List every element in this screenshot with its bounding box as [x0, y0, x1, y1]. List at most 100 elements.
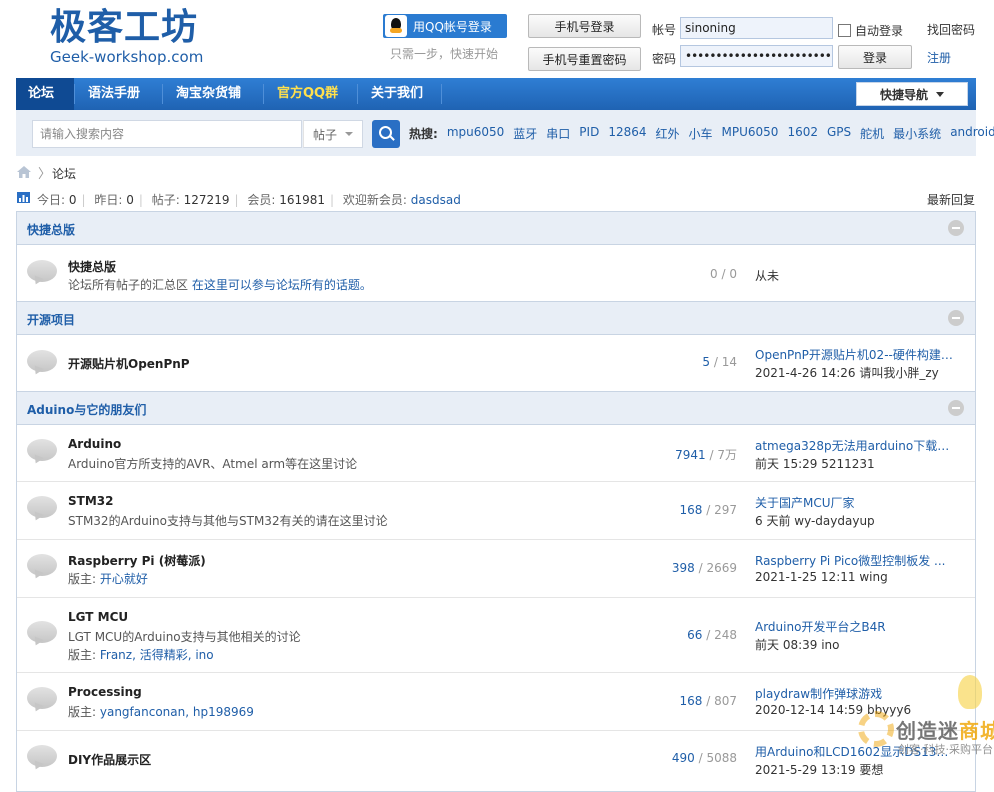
watermark-text1: 创造迷	[896, 719, 959, 743]
search-button[interactable]	[372, 120, 400, 148]
qq-login-button[interactable]: 用QQ帐号登录	[383, 14, 507, 38]
forum-counts: 168 / 807	[679, 694, 737, 708]
hot-search-term[interactable]: 12864	[608, 125, 646, 142]
stat-posts-label: 帖子:	[151, 193, 180, 207]
moderator-link[interactable]: Franz, 活得精彩, ino	[100, 648, 214, 662]
forum-counts: 7941 / 7万	[675, 448, 737, 462]
moderator-link[interactable]: 开心就好	[100, 572, 148, 586]
last-post-never: 从未	[755, 269, 780, 283]
logo-en: Geek-workshop.com	[50, 48, 204, 66]
forum-bubble-icon	[27, 745, 59, 771]
post-count: 7万	[717, 448, 737, 462]
watermark-text2: 商城	[959, 719, 994, 743]
forum-bubble-icon	[27, 687, 59, 713]
forum-desc: LGT MCU的Arduino支持与其他相关的讨论	[68, 630, 301, 644]
post-count: 807	[714, 694, 737, 708]
search-type-select[interactable]: 帖子	[303, 120, 363, 148]
collapse-icon[interactable]	[948, 220, 964, 236]
moderator-link[interactable]: yangfanconan, hp198969	[100, 705, 254, 719]
forum-desc: 论坛所有帖子的汇总区 在这里可以参与论坛所有的话题。	[68, 276, 372, 293]
chevron-down-icon	[345, 132, 353, 136]
hot-search-term[interactable]: 1602	[787, 125, 818, 142]
forum-row: STM32 STM32的Arduino支持与其他与STM32有关的请在这里讨论 …	[17, 482, 975, 540]
new-member-link[interactable]: dasdsad	[411, 193, 461, 207]
nav-item-official-qq-group[interactable]: 官方QQ群	[265, 78, 350, 110]
forum-row: Arduino Arduino官方所支持的AVR、Atmel arm等在这里讨论…	[17, 425, 975, 482]
forum-bubble-icon	[27, 350, 59, 376]
category-header: Aduino与它的朋友们	[17, 392, 975, 425]
forum-desc-link[interactable]: 在这里可以参与论坛所有的话题。	[192, 278, 372, 292]
forum-counts: 490 / 5088	[671, 751, 737, 765]
username-input[interactable]: sinoning	[680, 17, 833, 39]
nav-divider	[263, 84, 264, 104]
latest-reply-link[interactable]: 最新回复	[927, 191, 975, 208]
auto-login-checkbox[interactable]: 自动登录	[838, 22, 903, 39]
hot-search-term[interactable]: 最小系统	[893, 125, 941, 142]
collapse-icon[interactable]	[948, 310, 964, 326]
hot-search-term[interactable]: GPS	[827, 125, 851, 142]
hot-search-list: 热搜: mpu6050 蓝牙 串口 PID 12864 红外 小车 MPU605…	[409, 125, 994, 142]
forum-name[interactable]: STM32	[68, 494, 113, 508]
last-post-title[interactable]: atmega328p无法用arduino下载程 ...	[755, 437, 955, 454]
forum-name[interactable]: DIY作品展示区	[68, 751, 151, 768]
stat-welcome-label: 欢迎新会员:	[342, 193, 407, 207]
search-bar: 请输入搜索内容 帖子 热搜: mpu6050 蓝牙 串口 PID 12864 红…	[16, 110, 994, 156]
last-post-title[interactable]: 关于国产MCU厂家	[755, 494, 955, 511]
last-post-title[interactable]: Arduino开发平台之B4R	[755, 618, 955, 635]
forum-name[interactable]: 快捷总版	[68, 258, 116, 275]
hot-search-term[interactable]: 小车	[689, 125, 713, 142]
search-input[interactable]: 请输入搜索内容	[32, 120, 302, 148]
hot-search-term[interactable]: MPU6050	[722, 125, 779, 142]
hot-search-term[interactable]: 舵机	[860, 125, 884, 142]
nav-item-taobao-shop[interactable]: 淘宝杂货铺	[164, 78, 253, 110]
hot-search-term[interactable]: mpu6050	[447, 125, 504, 142]
collapse-icon[interactable]	[948, 400, 964, 416]
nav-item-about-us[interactable]: 关于我们	[359, 78, 435, 110]
hot-search-term[interactable]: 串口	[546, 125, 570, 142]
forum-counts: 66 / 248	[687, 628, 737, 642]
password-label: 密码	[652, 52, 677, 66]
nav-item-forum[interactable]: 论坛	[16, 78, 74, 110]
forum-name[interactable]: Arduino	[68, 437, 121, 451]
breadcrumb-forum[interactable]: 论坛	[52, 165, 76, 182]
forum-bubble-icon	[27, 260, 59, 286]
forum-row: DIY作品展示区 490 / 5088 用Arduino和LCD1602显示DS…	[17, 731, 975, 791]
nav-item-syntax-manual[interactable]: 语法手册	[76, 78, 152, 110]
thread-count: 398	[671, 561, 695, 575]
quick-nav-dropdown[interactable]: 快捷导航	[856, 82, 968, 106]
site-logo[interactable]: 极客工坊 Geek-workshop.com	[50, 8, 210, 67]
forum-desc-text: 论坛所有帖子的汇总区	[68, 278, 192, 292]
phone-reset-password-button[interactable]: 手机号重置密码	[528, 47, 641, 71]
register-link[interactable]: 注册	[927, 49, 951, 66]
stat-members-label: 会员:	[247, 193, 276, 207]
forum-moderators: 版主: Franz, 活得精彩, ino	[68, 646, 214, 663]
hot-search-term[interactable]: 红外	[656, 125, 680, 142]
forum-name[interactable]: LGT MCU	[68, 610, 128, 624]
stats-chart-icon	[17, 192, 30, 203]
category-title[interactable]: Aduino与它的朋友们	[27, 401, 146, 418]
forum-name[interactable]: Raspberry Pi (树莓派)	[68, 552, 206, 569]
search-type-label: 帖子	[312, 127, 337, 142]
thread-count: 5	[702, 355, 711, 369]
hot-search-term[interactable]: android	[950, 125, 994, 142]
forum-bubble-icon	[27, 621, 59, 647]
last-post-title[interactable]: Raspberry Pi Pico微型控制板发 ...	[755, 552, 955, 569]
hot-search-term[interactable]: PID	[579, 125, 599, 142]
last-post-title[interactable]: OpenPnP开源贴片机02--硬件构建 ...	[755, 346, 955, 363]
find-password-link[interactable]: 找回密码	[927, 21, 975, 38]
category-title[interactable]: 开源项目	[27, 311, 75, 328]
login-button[interactable]: 登录	[838, 45, 912, 69]
thread-count: 490	[671, 751, 695, 765]
forum-bubble-icon	[27, 439, 59, 465]
forum-name[interactable]: Processing	[68, 685, 142, 699]
hot-search-term[interactable]: 蓝牙	[513, 125, 537, 142]
forum-name[interactable]: 开源贴片机OpenPnP	[68, 355, 190, 372]
forum-list: 快捷总版 快捷总版 论坛所有帖子的汇总区 在这里可以参与论坛所有的话题。 0 /…	[16, 211, 976, 792]
checkbox-box[interactable]	[838, 24, 851, 37]
password-input[interactable]: ••••••••••••••••••••••••••••••	[680, 45, 833, 67]
category-title[interactable]: 快捷总版	[27, 221, 75, 238]
forum-counts: 5 / 14	[702, 355, 737, 369]
phone-login-button[interactable]: 手机号登录	[528, 14, 641, 38]
thread-count: 168	[679, 694, 703, 708]
home-icon[interactable]	[17, 166, 31, 178]
